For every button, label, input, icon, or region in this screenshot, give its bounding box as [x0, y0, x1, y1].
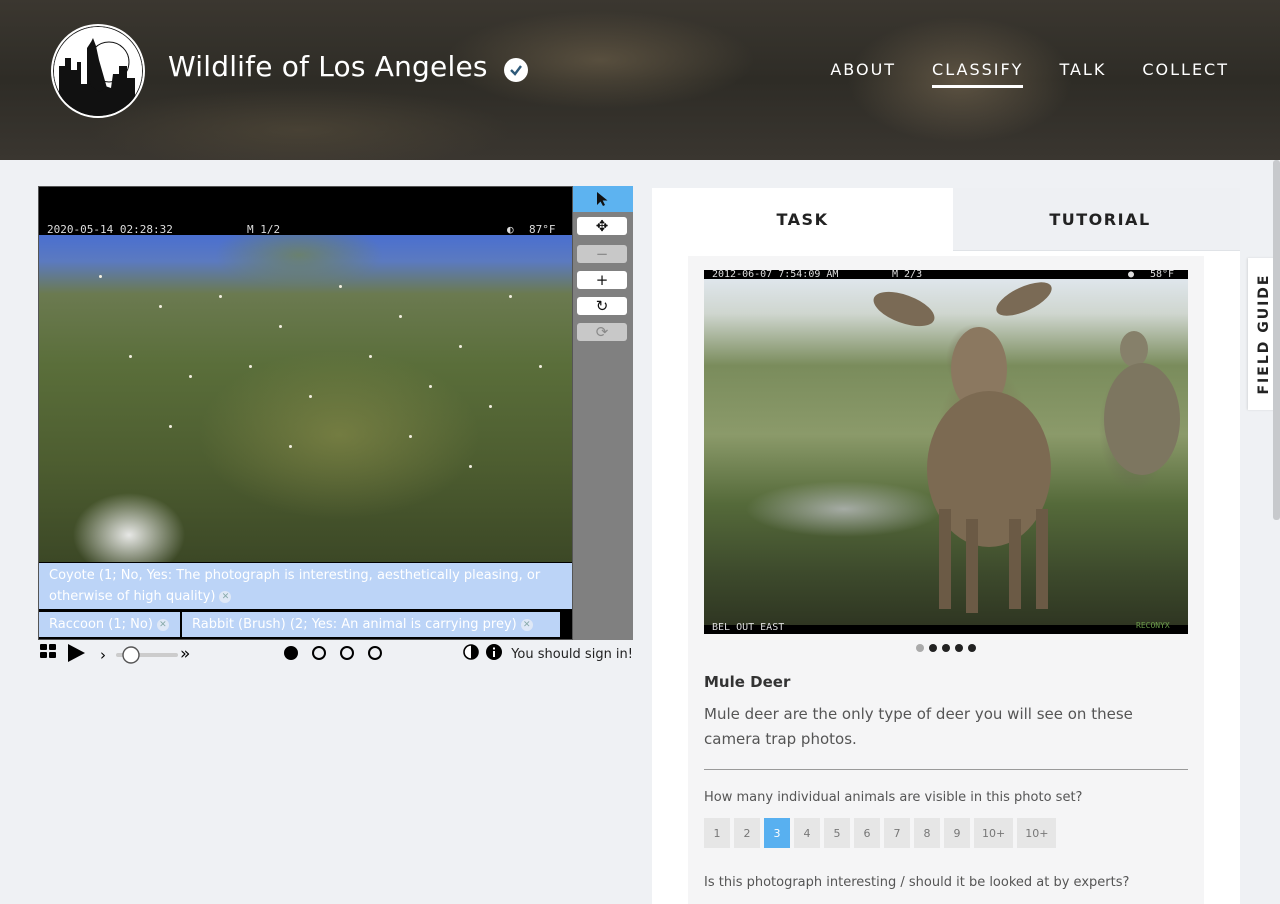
remove-annotation-icon[interactable]: ✕	[156, 618, 169, 631]
count-option-5[interactable]: 5	[824, 818, 850, 848]
move-tool-button[interactable]: ✥	[577, 217, 627, 235]
carousel-dot[interactable]	[916, 644, 924, 652]
move-icon: ✥	[595, 217, 609, 235]
subject-image[interactable]	[39, 235, 572, 562]
annotation-raccoon[interactable]: Raccoon (1; No) ✕	[39, 612, 180, 637]
verified-badge-icon	[504, 58, 528, 82]
species-name: Mule Deer	[704, 673, 791, 691]
project-title[interactable]: Wildlife of Los Angeles	[168, 50, 488, 83]
fast-forward-icon[interactable]: »	[180, 644, 190, 664]
nav-classify[interactable]: CLASSIFY	[932, 60, 1024, 88]
count-option-1[interactable]: 1	[704, 818, 730, 848]
remove-annotation-icon[interactable]: ✕	[219, 590, 232, 603]
count-option-9[interactable]: 9	[944, 818, 970, 848]
camera-brand-logo: RECONYX	[1136, 621, 1170, 630]
count-option-6[interactable]: 6	[854, 818, 880, 848]
grid-icon	[40, 644, 56, 658]
question-count: How many individual animals are visible …	[704, 790, 1083, 805]
invert-colors-button[interactable]	[463, 644, 479, 660]
count-answers: 1 2 3 4 5 6 7 8 9 10+ 10+	[704, 818, 1057, 848]
species-example-image[interactable]: 2012-06-07 7:54:09 AM M 2/3 ● 58°F BEL O…	[704, 270, 1188, 634]
pointer-tool-button[interactable]	[573, 186, 633, 212]
annotation-summary: Coyote (1; No, Yes: The photograph is in…	[39, 562, 572, 639]
project-header: Wildlife of Los Angeles ABOUT CLASSIFY T…	[0, 0, 1280, 160]
contrast-icon	[463, 644, 479, 660]
count-option-2[interactable]: 2	[734, 818, 760, 848]
zoom-out-icon: −	[595, 245, 609, 263]
frame-dot-1[interactable]	[284, 646, 298, 660]
example-image-carousel	[916, 644, 976, 652]
project-logo[interactable]	[51, 24, 145, 118]
count-option-7[interactable]: 7	[884, 818, 910, 848]
example-location: BEL OUT EAST	[712, 622, 785, 633]
zoom-out-button[interactable]: −	[577, 245, 627, 263]
info-icon	[486, 644, 502, 660]
tab-task[interactable]: TASK	[652, 188, 953, 250]
nav-talk[interactable]: TALK	[1059, 60, 1106, 88]
frame-dot-4[interactable]	[368, 646, 382, 660]
remove-annotation-icon[interactable]: ✕	[520, 618, 533, 631]
annotation-label: Rabbit (Brush) (2; Yes: An animal is car…	[192, 617, 517, 632]
zoom-in-icon: +	[595, 271, 609, 289]
grid-view-button[interactable]	[40, 644, 57, 659]
carousel-dot[interactable]	[968, 644, 976, 652]
species-detail: 2012-06-07 7:54:09 AM M 2/3 ● 58°F BEL O…	[688, 256, 1204, 904]
species-description: Mule deer are the only type of deer you …	[704, 705, 1133, 748]
play-button[interactable]	[66, 643, 86, 663]
annotation-rabbit[interactable]: Rabbit (Brush) (2; Yes: An animal is car…	[182, 612, 560, 637]
count-option-4[interactable]: 4	[794, 818, 820, 848]
zoom-in-button[interactable]: +	[577, 271, 627, 289]
subject-viewer[interactable]: 2020-05-14 02:28:32 M 1/2 ◐ 87°F Coyote …	[38, 186, 573, 640]
viewer-controls: › » You should sign in!	[38, 643, 633, 667]
divider	[704, 769, 1188, 770]
page-scrollbar[interactable]	[1273, 160, 1280, 520]
annotation-label: Coyote (1; No, Yes: The photograph is in…	[49, 568, 541, 604]
speed-slider[interactable]	[116, 645, 180, 665]
field-guide-label: FIELD GUIDE	[1256, 273, 1272, 395]
question-interesting: Is this photograph interesting / should …	[704, 875, 1130, 890]
rotate-icon: ↻	[595, 297, 609, 315]
rotate-button[interactable]: ↻	[577, 297, 627, 315]
step-forward-icon[interactable]: ›	[100, 646, 106, 664]
pointer-icon	[597, 192, 608, 206]
carousel-dot[interactable]	[929, 644, 937, 652]
project-nav: ABOUT CLASSIFY TALK COLLECT	[830, 60, 1229, 88]
carousel-dot[interactable]	[955, 644, 963, 652]
annotation-label: Raccoon (1; No)	[49, 617, 153, 632]
frame-dot-3[interactable]	[340, 646, 354, 660]
reset-view-button[interactable]: ⟳	[577, 323, 627, 341]
viewer-toolbar: ✥ − + ↻ ⟳	[573, 186, 633, 640]
count-option-3[interactable]: 3	[764, 818, 790, 848]
count-option-10-plus[interactable]: 10+	[974, 818, 1014, 848]
task-panel: TASK TUTORIAL 2012-06-07 7:54:09 AM M 2/…	[652, 188, 1240, 904]
reset-icon: ⟳	[595, 323, 609, 341]
tab-tutorial[interactable]: TUTORIAL	[953, 188, 1240, 251]
metadata-button[interactable]	[486, 644, 502, 660]
carousel-dot[interactable]	[942, 644, 950, 652]
nav-collect[interactable]: COLLECT	[1142, 60, 1229, 88]
count-option-8[interactable]: 8	[914, 818, 940, 848]
sign-in-prompt[interactable]: You should sign in!	[511, 647, 633, 662]
count-option-10-plus-alt[interactable]: 10+	[1017, 818, 1057, 848]
frame-dot-2[interactable]	[312, 646, 326, 660]
nav-about[interactable]: ABOUT	[830, 60, 896, 88]
play-icon	[68, 644, 85, 662]
mule-deer-photo	[704, 279, 1188, 625]
annotation-coyote[interactable]: Coyote (1; No, Yes: The photograph is in…	[39, 563, 572, 609]
